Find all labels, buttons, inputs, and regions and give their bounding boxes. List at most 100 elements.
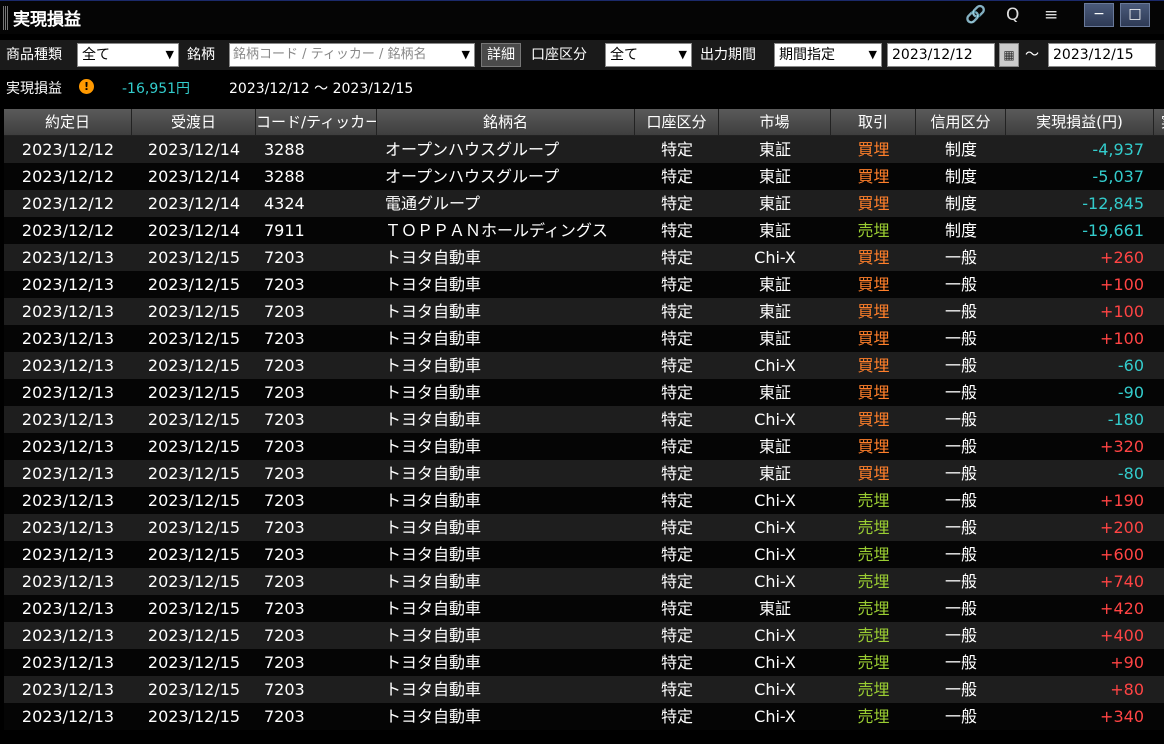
maximize-button[interactable]: □ <box>1120 3 1150 27</box>
link-icon[interactable]: 🔗 <box>965 5 986 25</box>
chevron-down-icon: ▼ <box>165 48 174 61</box>
date-from-input[interactable]: 2023/12/12 <box>887 43 995 67</box>
cell-stock-name: トヨタ自動車 <box>385 383 482 402</box>
cell-trade-type: 買埋 <box>857 464 890 483</box>
cell-code: 7911 <box>264 221 305 240</box>
cell-code: 7203 <box>264 302 305 321</box>
drag-grip-icon[interactable] <box>3 6 9 30</box>
column-header-account[interactable]: 口座区分 <box>635 109 719 135</box>
column-header-trade-date[interactable]: 約定日 <box>4 109 132 135</box>
cell-trade-date: 2023/12/12 <box>21 167 115 186</box>
calendar-icon[interactable]: ▦ <box>999 43 1019 67</box>
table-row[interactable]: 2023/12/13 2023/12/15 7203 トヨタ自動車 特定 東証 買埋 一般 -9… <box>4 379 1164 406</box>
table-row[interactable]: 2023/12/13 2023/12/15 7203 トヨタ自動車 特定 Chi-X 買埋 一… <box>4 406 1164 433</box>
column-header-realized-pnl[interactable]: 実現損益(円) <box>1006 109 1154 135</box>
table-row[interactable]: 2023/12/13 2023/12/15 7203 トヨタ自動車 特定 東証 売埋 一般 +4… <box>4 595 1164 622</box>
cell-trade-type: 買埋 <box>857 437 890 456</box>
table-row[interactable]: 2023/12/13 2023/12/15 7203 トヨタ自動車 特定 Chi-X 売埋 一… <box>4 622 1164 649</box>
table-row[interactable]: 2023/12/13 2023/12/15 7203 トヨタ自動車 特定 Chi-X 売埋 一… <box>4 568 1164 595</box>
table-row[interactable]: 2023/12/12 2023/12/14 4324 電通グループ 特定 東証 買埋 制度 -1… <box>4 190 1164 217</box>
column-header-market[interactable]: 市場 <box>719 109 831 135</box>
table-row[interactable]: 2023/12/12 2023/12/14 7911 ＴＯＰＰＡＮホールディングス 特定… <box>4 217 1164 244</box>
table-row[interactable]: 2023/12/13 2023/12/15 7203 トヨタ自動車 特定 Chi-X 買埋 一… <box>4 352 1164 379</box>
table-row[interactable]: 2023/12/13 2023/12/15 7203 トヨタ自動車 特定 東証 買埋 一般 +1… <box>4 298 1164 325</box>
cell-market: 東証 <box>758 329 791 348</box>
detail-button[interactable]: 詳細 <box>481 43 521 67</box>
cell-trade-date: 2023/12/12 <box>21 140 115 159</box>
table-row[interactable]: 2023/12/13 2023/12/15 7203 トヨタ自動車 特定 東証 買埋 一般 +3… <box>4 433 1164 460</box>
cell-realized-pnl: +100 <box>1100 302 1144 321</box>
cell-trade-type: 売埋 <box>857 653 890 672</box>
cell-trade-date: 2023/12/13 <box>21 302 115 321</box>
table-header: 約定日受渡日コード/ティッカー銘柄名口座区分市場取引信用区分実現損益(円)実 <box>4 109 1164 136</box>
cell-code: 7203 <box>264 707 305 726</box>
cell-code: 4324 <box>264 194 305 213</box>
cell-trade-type: 買埋 <box>857 248 890 267</box>
cell-settle-date: 2023/12/15 <box>147 680 241 699</box>
table-row[interactable]: 2023/12/13 2023/12/15 7203 トヨタ自動車 特定 Chi-X 売埋 一… <box>4 541 1164 568</box>
cell-margin-type: 一般 <box>944 383 977 402</box>
period-select[interactable]: 期間指定 ▼ <box>774 43 882 67</box>
table-row[interactable]: 2023/12/13 2023/12/15 7203 トヨタ自動車 特定 Chi-X 売埋 一… <box>4 649 1164 676</box>
search-icon[interactable]: Q <box>1006 5 1019 25</box>
column-header-trade-type[interactable]: 取引 <box>831 109 916 135</box>
realized-pnl-table: 約定日受渡日コード/ティッカー銘柄名口座区分市場取引信用区分実現損益(円)実 2… <box>4 109 1164 744</box>
warning-icon[interactable]: ! <box>79 79 94 94</box>
table-row[interactable]: 2023/12/13 2023/12/15 7203 トヨタ自動車 特定 東証 買埋 一般 -8… <box>4 460 1164 487</box>
column-header-settle-date[interactable]: 受渡日 <box>132 109 256 135</box>
date-to-input[interactable]: 2023/12/15 <box>1048 43 1156 67</box>
stock-search-input[interactable]: 銘柄コード / ティッカー / 銘柄名 ▼ <box>229 43 475 67</box>
cell-trade-type: 買埋 <box>857 383 890 402</box>
table-row[interactable]: 2023/12/13 2023/12/15 7203 トヨタ自動車 特定 東証 買埋 一般 +1… <box>4 325 1164 352</box>
cell-trade-date: 2023/12/13 <box>21 410 115 429</box>
minimize-button[interactable]: − <box>1084 3 1114 27</box>
cell-margin-type: 一般 <box>944 599 977 618</box>
cell-stock-name: 電通グループ <box>385 194 481 213</box>
cell-account: 特定 <box>660 302 693 321</box>
column-header-extra[interactable]: 実 <box>1154 109 1164 135</box>
cell-settle-date: 2023/12/15 <box>147 626 241 645</box>
column-header-code[interactable]: コード/ティッカー <box>256 109 377 135</box>
cell-settle-date: 2023/12/15 <box>147 329 241 348</box>
summary-label: 実現損益 <box>6 81 62 97</box>
cell-settle-date: 2023/12/15 <box>147 302 241 321</box>
table-row[interactable]: 2023/12/13 2023/12/15 7203 トヨタ自動車 特定 Chi-X 売埋 一… <box>4 676 1164 703</box>
cell-trade-type: 買埋 <box>857 329 890 348</box>
cell-market: 東証 <box>758 383 791 402</box>
cell-settle-date: 2023/12/15 <box>147 545 241 564</box>
table-row[interactable]: 2023/12/13 2023/12/15 7203 トヨタ自動車 特定 Chi-X 売埋 一… <box>4 487 1164 514</box>
cell-settle-date: 2023/12/14 <box>147 221 241 240</box>
cell-trade-date: 2023/12/13 <box>21 464 115 483</box>
table-row[interactable]: 2023/12/13 2023/12/15 7203 トヨタ自動車 特定 Chi-X 買埋 一… <box>4 244 1164 271</box>
cell-settle-date: 2023/12/15 <box>147 599 241 618</box>
cell-trade-type: 買埋 <box>857 194 890 213</box>
table-row[interactable]: 2023/12/13 2023/12/15 7203 トヨタ自動車 特定 Chi-X 売埋 一… <box>4 703 1164 730</box>
cell-trade-type: 買埋 <box>857 410 890 429</box>
cell-realized-pnl: -180 <box>1107 410 1144 429</box>
cell-realized-pnl: -60 <box>1117 356 1144 375</box>
cell-account: 特定 <box>660 248 693 267</box>
table-row[interactable]: 2023/12/12 2023/12/14 3288 オープンハウスグループ 特定 東証 買… <box>4 163 1164 190</box>
product-type-select[interactable]: 全て ▼ <box>77 43 179 67</box>
cell-settle-date: 2023/12/15 <box>147 518 241 537</box>
menu-icon[interactable]: ≡ <box>1044 5 1058 25</box>
cell-account: 特定 <box>660 437 693 456</box>
table-row[interactable]: 2023/12/12 2023/12/14 3288 オープンハウスグループ 特定 東証 買… <box>4 136 1164 163</box>
table-row[interactable]: 2023/12/13 2023/12/15 7203 トヨタ自動車 特定 東証 買埋 一般 +1… <box>4 271 1164 298</box>
cell-trade-date: 2023/12/13 <box>21 275 115 294</box>
cell-realized-pnl: +340 <box>1100 707 1144 726</box>
table-row[interactable]: 2023/12/13 2023/12/15 7203 トヨタ自動車 特定 Chi-X 売埋 一… <box>4 514 1164 541</box>
cell-market: Chi-X <box>754 626 796 645</box>
cell-trade-type: 売埋 <box>857 599 890 618</box>
cell-market: 東証 <box>758 464 791 483</box>
cell-settle-date: 2023/12/15 <box>147 464 241 483</box>
cell-stock-name: トヨタ自動車 <box>385 329 482 348</box>
column-header-margin-type[interactable]: 信用区分 <box>916 109 1006 135</box>
account-select[interactable]: 全て ▼ <box>605 43 692 67</box>
account-label: 口座区分 <box>531 47 587 63</box>
cell-account: 特定 <box>660 518 693 537</box>
cell-realized-pnl: -19,661 <box>1082 221 1144 240</box>
cell-trade-date: 2023/12/13 <box>21 383 115 402</box>
column-header-stock-name[interactable]: 銘柄名 <box>377 109 635 135</box>
cell-market: 東証 <box>758 167 791 186</box>
